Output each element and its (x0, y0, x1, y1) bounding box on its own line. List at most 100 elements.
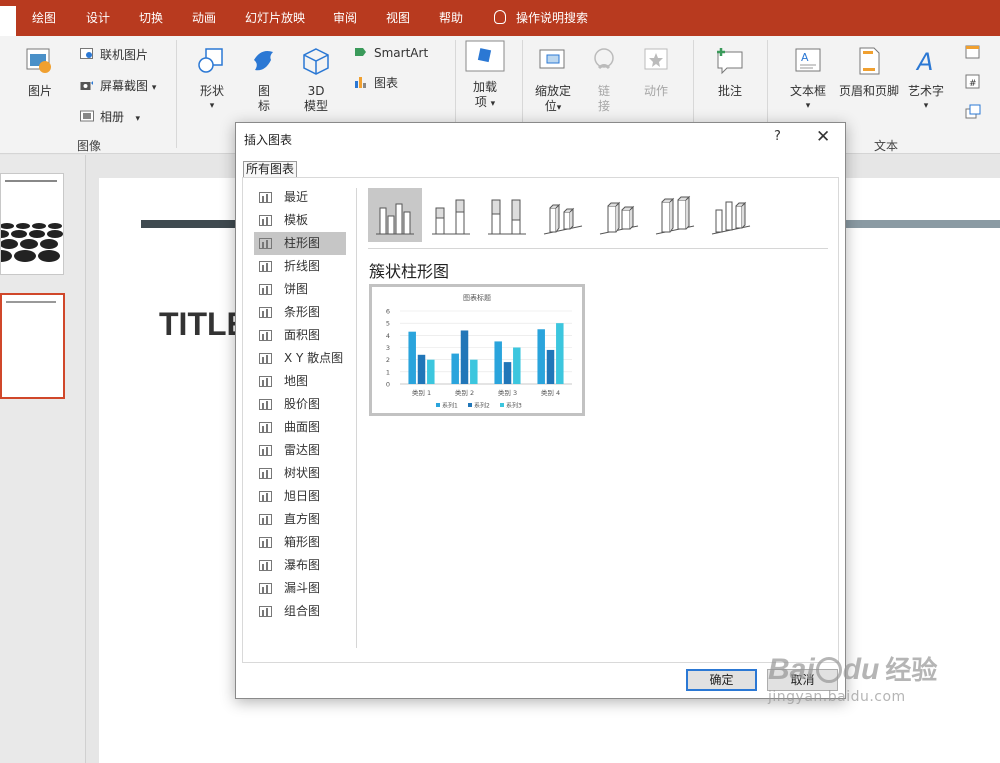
shapes-icon (198, 48, 223, 73)
chart-category-item[interactable]: 雷达图 (254, 439, 346, 462)
chart-category-item[interactable]: 饼图 (254, 278, 346, 301)
slide-accent-bar-right (845, 220, 1000, 228)
chart-preview[interactable]: 图表标题 0 1 2 3 4 5 6 类别 1 类别 2 类别 3 类别 4 系列1 系列2 系列3 (369, 284, 585, 416)
chart-category-label: 条形图 (284, 305, 321, 319)
chart-category-item[interactable]: 漏斗图 (254, 577, 346, 600)
chart-category-item[interactable]: 曲面图 (254, 416, 346, 439)
y-tick-label: 6 (386, 308, 390, 316)
3d-models-button[interactable]: 3D 模型 (298, 46, 334, 114)
zoom-button[interactable]: 缩放定 位▾ (530, 46, 576, 116)
close-icon[interactable]: ✕ (816, 127, 830, 147)
chart-category-item[interactable]: 地图 (254, 370, 346, 393)
file-tab-edge[interactable] (0, 6, 16, 36)
scatter-chart-icon (259, 353, 272, 364)
stacked-column-subtype[interactable] (424, 188, 478, 242)
chart-category-item[interactable]: 瀑布图 (254, 554, 346, 577)
tab-animations[interactable]: 动画 (192, 0, 216, 36)
dialog-title: 插入图表 (244, 133, 293, 147)
chart-category-item[interactable]: 箱形图 (254, 531, 346, 554)
chart-category-label: 地图 (284, 374, 309, 388)
chart-category-label: 面积图 (284, 328, 321, 342)
clustered-column-subtype[interactable] (368, 188, 422, 242)
chart-category-item[interactable]: 树状图 (254, 462, 346, 485)
zoom-icon (539, 49, 565, 69)
tab-view[interactable]: 视图 (386, 0, 410, 36)
3d-100-stacked-column-subtype[interactable] (648, 188, 702, 242)
chart-category-item[interactable]: 最近 (254, 186, 346, 209)
picture-icon (26, 48, 51, 73)
tab-draw[interactable]: 绘图 (32, 0, 56, 36)
tab-slideshow[interactable]: 幻灯片放映 (245, 0, 305, 36)
object-icon[interactable] (965, 104, 981, 120)
online-picture-button[interactable]: 联机图片 (80, 47, 148, 63)
3d-column-subtype[interactable] (704, 188, 758, 242)
3d-clustered-column-subtype[interactable] (536, 188, 590, 242)
slide-thumbnail-pane (0, 155, 86, 763)
chart-category-item[interactable]: 模板 (254, 209, 346, 232)
treemap-chart-icon (259, 468, 272, 479)
baidu-jingyan-watermark: Bai du 经验 jingyan.baidu.com (768, 653, 938, 705)
boxwhisker-chart-icon (259, 537, 272, 548)
help-button[interactable]: ? (774, 129, 781, 144)
bird-icon (254, 51, 273, 71)
bar-chart-icon (259, 307, 272, 318)
chart-category-item[interactable]: 折线图 (254, 255, 346, 278)
header-footer-button[interactable]: 页眉和页脚 (838, 46, 900, 99)
chart-category-item[interactable]: 组合图 (254, 600, 346, 623)
chart-category-item[interactable]: 旭日图 (254, 485, 346, 508)
template-folder-icon (259, 215, 272, 226)
chart-category-item[interactable]: 直方图 (254, 508, 346, 531)
chart-bar (408, 331, 416, 384)
comment-button[interactable]: 批注 (712, 46, 748, 99)
chart-category-item[interactable]: 柱形图 (254, 232, 346, 255)
chart-category-item[interactable]: 条形图 (254, 301, 346, 324)
ok-button[interactable]: 确定 (686, 669, 757, 691)
slide-thumbnail-2[interactable] (0, 293, 65, 399)
map-chart-icon (259, 376, 272, 387)
tab-review[interactable]: 审阅 (333, 0, 357, 36)
svg-text:A: A (915, 48, 933, 76)
smartart-button[interactable]: SmartArt (354, 45, 428, 61)
100-stacked-column-subtype[interactable] (480, 188, 534, 242)
action-button[interactable]: 动作 (638, 46, 674, 99)
chart-category-list: 最近 模板 柱形图 折线图饼图条形图面积图 X Y 散点图 地图股价图 曲面图雷达图树状图旭… (254, 186, 346, 623)
pie-chart-icon (259, 284, 272, 295)
chart-bar (470, 359, 478, 384)
tell-me-search[interactable]: 操作说明搜索 (494, 0, 588, 36)
tab-help[interactable]: 帮助 (439, 0, 463, 36)
3d-stacked-column-subtype[interactable] (592, 188, 646, 242)
textbox-button[interactable]: A 文本框 ▾ (786, 46, 830, 114)
tab-transitions[interactable]: 切换 (139, 0, 163, 36)
date-time-icon[interactable] (965, 44, 981, 60)
chart-category-label: 雷达图 (284, 443, 321, 457)
icons-button[interactable]: 图标 (248, 46, 280, 114)
sunburst-chart-icon (259, 491, 272, 502)
chart-category-label: X Y 散点图 (284, 351, 344, 365)
link-button[interactable]: 链接 (588, 46, 620, 114)
screenshot-button[interactable]: 屏幕截图 ▾ (80, 78, 156, 96)
subtype-divider (368, 248, 828, 249)
legend-label: 系列2 (474, 402, 490, 410)
insert-chart-dialog: 插入图表 ? ✕ 所有图表 最近 模板 柱形图 折线图饼图条形图面积图 X Y 散点图地… (235, 122, 846, 699)
chart-category-item[interactable]: 股价图 (254, 393, 346, 416)
chart-category-item[interactable]: 面积图 (254, 324, 346, 347)
chart-bar (494, 341, 502, 384)
picture-button[interactable]: 图片 (18, 46, 62, 99)
chart-category-item[interactable]: X Y 散点图 (254, 347, 346, 370)
chart-category-label: 组合图 (284, 604, 321, 618)
chart-category-label: 饼图 (284, 282, 309, 296)
wordart-button[interactable]: A 艺术字 ▾ (906, 46, 946, 114)
chart-bar (451, 353, 459, 384)
chart-bar (427, 359, 435, 384)
smartart-icon (355, 48, 366, 56)
y-tick-label: 1 (386, 368, 390, 376)
slide-number-icon[interactable]: # (965, 74, 981, 90)
tab-all-charts[interactable]: 所有图表 (243, 161, 298, 177)
chart-button[interactable]: 图表 (354, 75, 398, 91)
slide-thumbnail-1[interactable] (0, 173, 64, 275)
line-chart-icon (259, 261, 272, 272)
tab-design[interactable]: 设计 (86, 0, 110, 36)
photo-album-button[interactable]: 相册 ▾ (80, 109, 140, 127)
shapes-button[interactable]: 形状 ▾ (194, 46, 230, 114)
addins-button[interactable]: 加载项 ▾ (464, 40, 506, 112)
